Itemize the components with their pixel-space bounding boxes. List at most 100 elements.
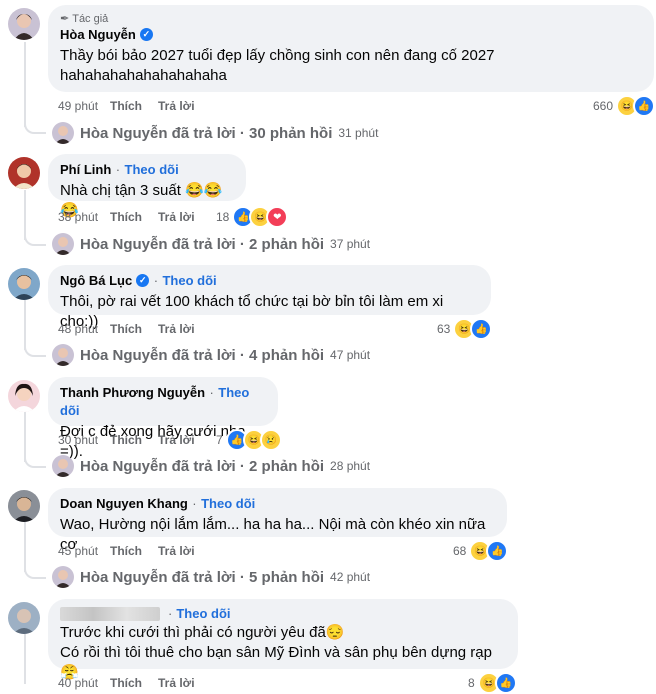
comment-actions: 38 phút Thích Trả lời — [58, 210, 195, 224]
reply-avatar — [52, 344, 74, 366]
reply-button[interactable]: Trả lời — [158, 544, 195, 558]
like-button[interactable]: Thích — [110, 99, 158, 113]
comment-text: Trước khi cưới thì phải có người yêu đã😔… — [60, 624, 492, 681]
comment-actions: 30 phút Thích Trả lời — [58, 433, 195, 447]
reaction-count: 7 — [216, 433, 223, 447]
avatar[interactable] — [8, 8, 40, 40]
reply-button[interactable]: Trả lời — [158, 322, 195, 336]
replies-text: Hòa Nguyễn đã trả lời · 30 phản hồi — [80, 124, 333, 142]
thread-curve — [24, 341, 46, 357]
comment-actions: 49 phút Thích Trả lời — [58, 99, 195, 113]
like-button[interactable]: Thích — [110, 676, 158, 690]
replies-link[interactable]: Hòa Nguyễn đã trả lời · 2 phản hồi 37 ph… — [52, 233, 370, 255]
replies-link[interactable]: Hòa Nguyễn đã trả lời · 4 phản hồi 47 ph… — [52, 344, 370, 366]
commenter-name[interactable]: Ngô Bá Lục — [60, 273, 132, 288]
like-button[interactable]: Thích — [110, 322, 158, 336]
avatar[interactable] — [8, 490, 40, 522]
reaction-summary[interactable]: 8 😆 👍 — [468, 672, 517, 694]
comment-time[interactable]: 40 phút — [58, 676, 110, 690]
comment-bubble: Thanh Phương Nguyễn · Theo dõi Đợi c đẻ … — [48, 377, 278, 460]
sad-reaction-icon: 😢 — [259, 429, 282, 451]
follow-button[interactable]: Theo dõi — [176, 606, 230, 621]
follow-button[interactable]: Theo dõi — [125, 162, 179, 177]
follow-button[interactable]: Theo dõi — [162, 273, 216, 288]
separator: · — [115, 162, 121, 177]
separator: · — [168, 606, 173, 621]
reaction-count: 63 — [437, 322, 451, 336]
replies-text: Hòa Nguyễn đã trả lời · 2 phản hồi — [80, 457, 325, 475]
reply-button[interactable]: Trả lời — [158, 433, 195, 447]
like-reaction-icon: 👍 — [486, 540, 509, 562]
thread-curve — [24, 452, 46, 468]
avatar[interactable] — [8, 157, 40, 189]
avatar[interactable] — [8, 602, 40, 634]
commenter-name[interactable]: Thanh Phương Nguyễn — [60, 385, 205, 400]
reaction-count: 660 — [593, 99, 614, 113]
commenter-name[interactable]: Doan Nguyen Khang — [60, 496, 188, 511]
comment-time[interactable]: 30 phút — [58, 433, 110, 447]
reaction-summary[interactable]: 68 😆 👍 — [453, 540, 509, 562]
like-reaction-icon: 👍 — [470, 318, 493, 340]
separator: · — [153, 273, 159, 288]
replies-link[interactable]: Hòa Nguyễn đã trả lời · 30 phản hồi 31 p… — [52, 122, 378, 144]
reply-avatar — [52, 455, 74, 477]
commenter-name[interactable]: Phí Linh — [60, 162, 111, 177]
thread-curve — [24, 230, 46, 246]
replies-time: 47 phút — [330, 348, 371, 362]
reaction-count: 68 — [453, 544, 467, 558]
like-reaction-icon: 👍 — [494, 672, 517, 694]
replies-link[interactable]: Hòa Nguyễn đã trả lời · 5 phản hồi 42 ph… — [52, 566, 370, 588]
comment-bubble: Ngô Bá Lục ✓ · Theo dõi Thôi, pờ rai vết … — [48, 265, 491, 330]
comment-bubble: ✒ Tác giả Hòa Nguyễn ✓ Thầy bói bảo 2027 … — [48, 5, 654, 92]
like-button[interactable]: Thích — [110, 433, 158, 447]
like-reaction-icon: 👍 — [633, 95, 656, 117]
like-button[interactable]: Thích — [110, 210, 158, 224]
replies-time: 31 phút — [338, 126, 379, 140]
comment-time[interactable]: 38 phút — [58, 210, 110, 224]
reply-button[interactable]: Trả lời — [158, 676, 195, 690]
author-badge-label: Tác giả — [72, 12, 109, 25]
comment-actions: 40 phút Thích Trả lời — [58, 676, 195, 690]
author-badge: ✒ Tác giả — [60, 12, 642, 26]
reaction-summary[interactable]: 660 😆 👍 — [593, 95, 656, 117]
comment-time[interactable]: 49 phút — [58, 99, 110, 113]
comment-time[interactable]: 48 phút — [58, 322, 110, 336]
separator: · — [192, 496, 197, 511]
reply-button[interactable]: Trả lời — [158, 210, 195, 224]
reaction-summary[interactable]: 18 👍 😆 ❤ — [216, 206, 289, 228]
verified-icon: ✓ — [139, 28, 153, 41]
comment-text: Thầy bói bảo 2027 tuổi đẹp lấy chồng sin… — [60, 47, 495, 84]
reply-avatar — [52, 566, 74, 588]
commenter-name[interactable]: Hòa Nguyễn — [60, 27, 136, 42]
replies-link[interactable]: Hòa Nguyễn đã trả lời · 2 phản hồi 28 ph… — [52, 455, 370, 477]
replies-text: Hòa Nguyễn đã trả lời · 5 phản hồi — [80, 568, 325, 586]
replies-time: 42 phút — [330, 570, 371, 584]
thread-line — [24, 634, 26, 684]
separator: · — [209, 385, 214, 400]
replies-text: Hòa Nguyễn đã trả lời · 4 phản hồi — [80, 346, 325, 364]
thread-curve — [24, 118, 46, 134]
love-reaction-icon: ❤ — [266, 206, 289, 228]
follow-button[interactable]: Theo dõi — [201, 496, 255, 511]
blurred-name — [60, 606, 160, 621]
reply-avatar — [52, 233, 74, 255]
reaction-summary[interactable]: 63 😆 👍 — [437, 318, 493, 340]
replies-time: 28 phút — [330, 459, 371, 473]
comment-actions: 45 phút Thích Trả lời — [58, 544, 195, 558]
like-button[interactable]: Thích — [110, 544, 158, 558]
comment-bubble: Phí Linh · Theo dõi Nhà chị tận 3 suất 😂… — [48, 154, 246, 219]
comment-time[interactable]: 45 phút — [58, 544, 110, 558]
verified-icon: ✓ — [136, 274, 150, 287]
avatar[interactable] — [8, 268, 40, 300]
author-badge-icon: ✒ — [60, 13, 70, 25]
replies-time: 37 phút — [330, 237, 371, 251]
comment-bubble: · Theo dõi Trước khi cưới thì phải có ng… — [48, 599, 518, 681]
reply-avatar — [52, 122, 74, 144]
thread-line — [24, 42, 26, 127]
comment-actions: 48 phút Thích Trả lời — [58, 322, 195, 336]
avatar[interactable] — [8, 380, 40, 412]
reaction-summary[interactable]: 7 👍 😆 😢 — [216, 429, 282, 451]
reply-button[interactable]: Trả lời — [158, 99, 195, 113]
reaction-count: 18 — [216, 210, 230, 224]
replies-text: Hòa Nguyễn đã trả lời · 2 phản hồi — [80, 235, 325, 253]
